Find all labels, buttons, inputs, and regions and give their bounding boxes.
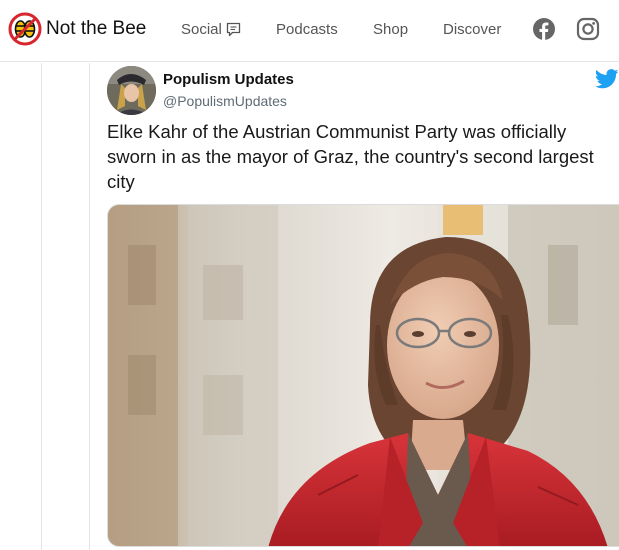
logo-text: Not the Bee (46, 18, 147, 39)
tweet-text: Elke Kahr of the Austrian Communist Part… (107, 121, 594, 192)
content-rail-left (41, 63, 42, 550)
nav-discover[interactable]: Discover (443, 21, 501, 38)
nav-shop[interactable]: Shop (373, 21, 408, 38)
nav-shop-label: Shop (373, 21, 409, 38)
tweet-photo[interactable] (107, 204, 619, 547)
nav-social[interactable]: Social (181, 21, 241, 38)
bee-logo-icon (8, 12, 42, 46)
nav-podcasts[interactable]: Podcasts (276, 21, 338, 38)
top-nav: Not the Bee Social Podcasts Shop Discove… (0, 0, 619, 62)
embedded-tweet: Populism Updates @PopulismUpdates Elke K… (90, 63, 619, 550)
author-avatar[interactable] (107, 66, 156, 115)
author-handle[interactable]: @PopulismUpdates (163, 93, 287, 109)
site-logo-link[interactable]: Not the Bee (8, 12, 146, 46)
twitter-icon[interactable] (595, 69, 619, 89)
nav-podcasts-label: Podcasts (276, 21, 338, 38)
chat-bubble-icon (226, 22, 241, 37)
nav-discover-label: Discover (443, 21, 502, 38)
instagram-icon[interactable] (576, 17, 600, 41)
nav-social-label: Social (181, 21, 222, 38)
author-name[interactable]: Populism Updates (163, 71, 294, 88)
facebook-icon[interactable] (532, 17, 556, 41)
